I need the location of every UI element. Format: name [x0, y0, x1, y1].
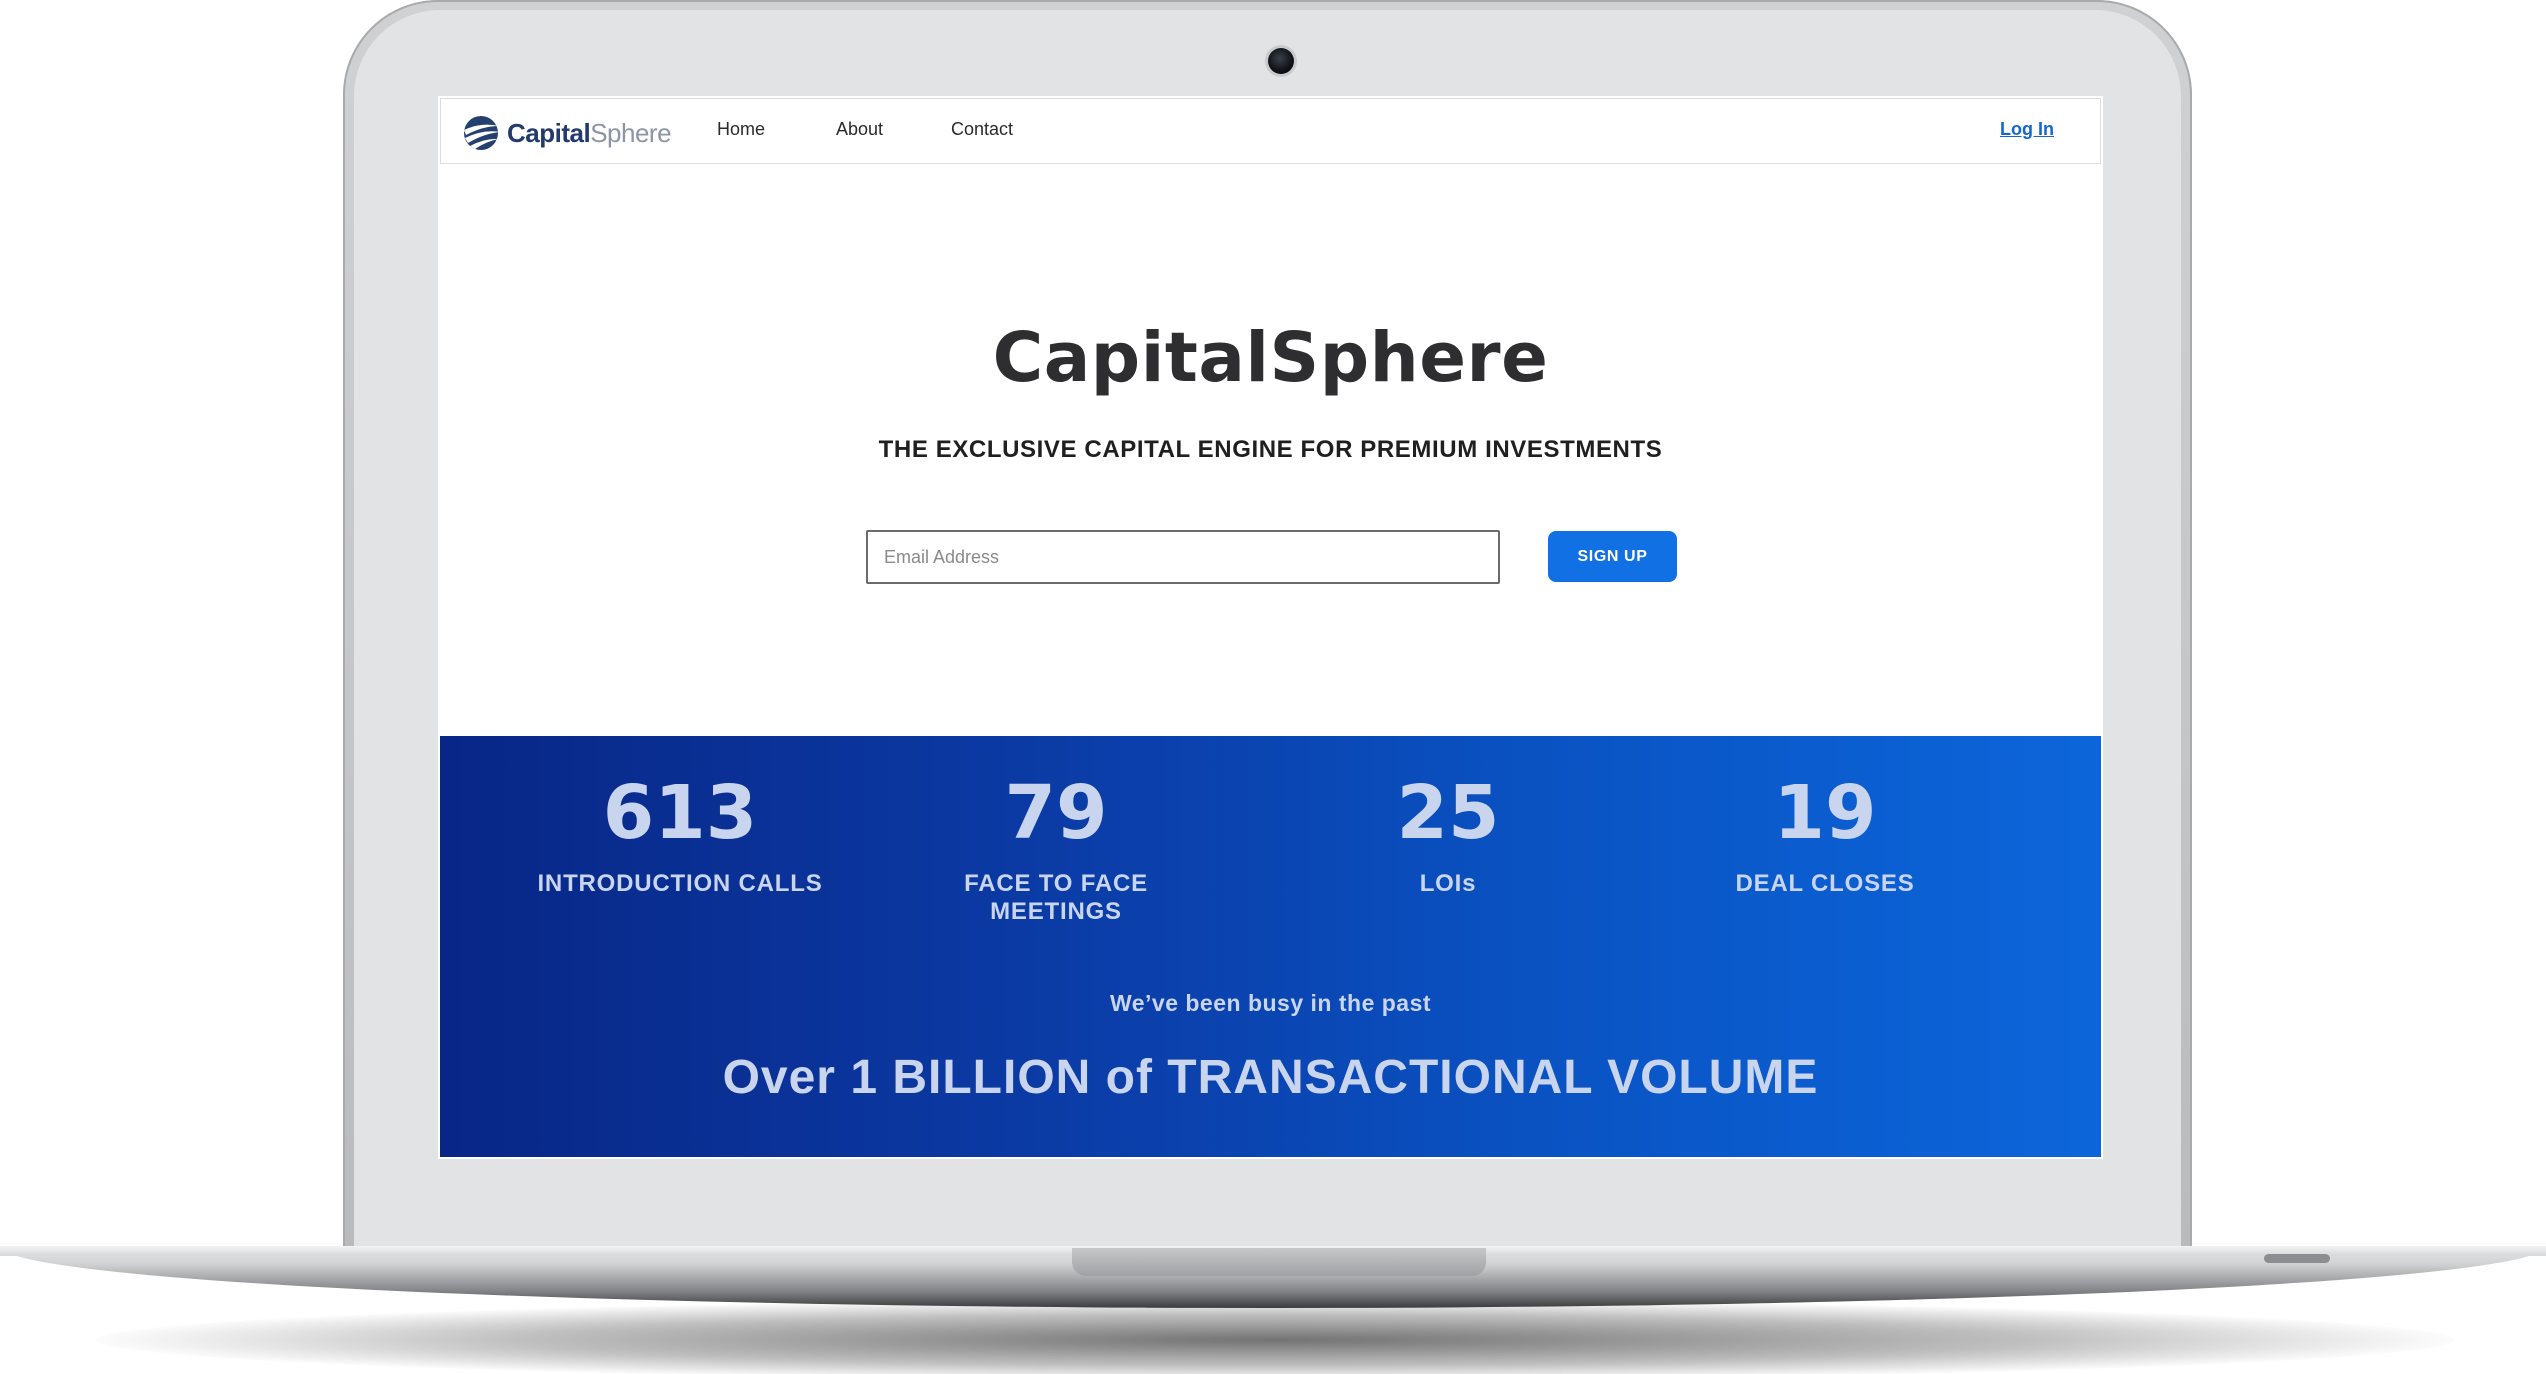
laptop-hinge-notch [1072, 1248, 1486, 1276]
website-screen: CapitalSphere Home About Contact Log In … [438, 96, 2103, 1159]
band-tagline: We’ve been busy in the past [1109, 990, 1432, 1016]
login-link[interactable]: Log In [2000, 119, 2054, 140]
laptop-shadow [95, 1300, 2455, 1374]
stat-deal-closes: 19 DEAL CLOSES [1645, 776, 2005, 898]
nav-contact-link[interactable]: Contact [951, 119, 1013, 140]
stat-label: INTRODUCTION CALLS [537, 870, 823, 897]
brand-wordmark: CapitalSphere [507, 117, 672, 148]
stat-value: 79 [1004, 770, 1108, 856]
status-led [2264, 1254, 2330, 1263]
band-headline: Over 1 BILLION of TRANSACTIONAL VOLUME [722, 1051, 1819, 1104]
stat-introduction-calls: 613 INTRODUCTION CALLS [500, 776, 860, 898]
brand-logo[interactable]: CapitalSphere [461, 113, 672, 153]
stat-lois: 25 LOIs [1268, 776, 1628, 898]
hero-title: CapitalSphere [992, 318, 1549, 398]
hero-subtitle: THE EXCLUSIVE CAPITAL ENGINE FOR PREMIUM… [878, 436, 1663, 463]
stat-value: 25 [1396, 770, 1500, 856]
top-navigation: CapitalSphere Home About Contact Log In [440, 98, 2101, 164]
stat-value: 613 [602, 770, 758, 856]
nav-home-link[interactable]: Home [717, 119, 765, 140]
email-input[interactable] [866, 530, 1500, 584]
stats-band: 613 INTRODUCTION CALLS 79 FACE TO FACE M… [440, 736, 2101, 1157]
signup-button[interactable]: SIGN UP [1548, 531, 1677, 582]
globe-swoosh-icon [464, 116, 501, 150]
stat-face-to-face-meetings: 79 FACE TO FACE MEETINGS [876, 776, 1236, 926]
stat-label: FACE TO FACE MEETINGS [964, 870, 1148, 925]
stat-value: 19 [1773, 770, 1877, 856]
nav-about-link[interactable]: About [836, 119, 883, 140]
laptop-mockup: CapitalSphere Home About Contact Log In … [0, 0, 2546, 1374]
stat-label: LOIs [1419, 870, 1477, 897]
camera-icon [1268, 48, 1294, 74]
stat-label: DEAL CLOSES [1735, 870, 1915, 897]
